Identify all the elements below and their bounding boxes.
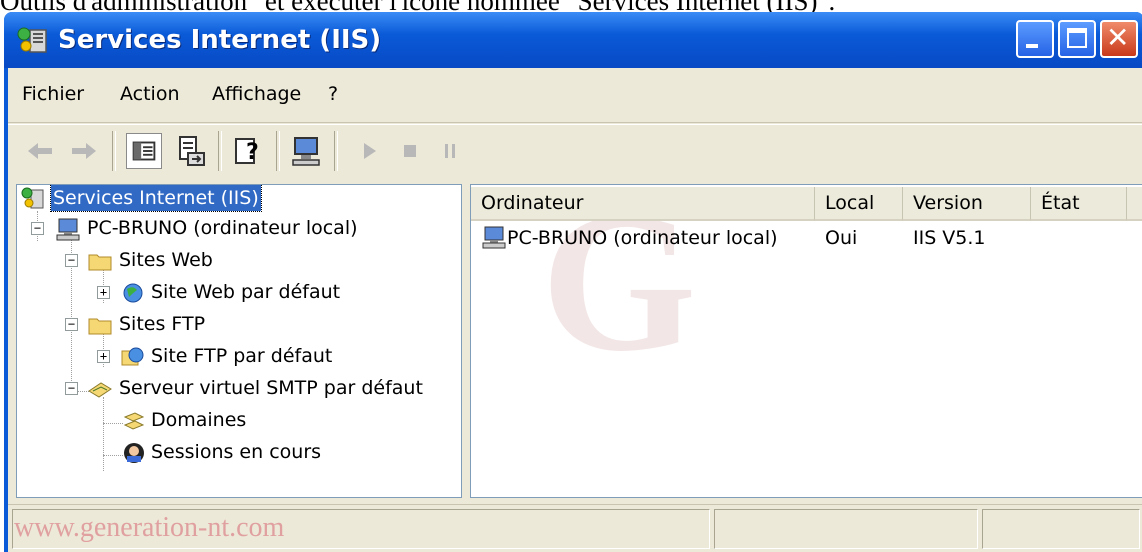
forward-arrow-icon[interactable] — [66, 133, 102, 169]
export-list-icon[interactable] — [174, 133, 210, 169]
back-arrow-icon[interactable] — [22, 133, 58, 169]
folder-icon — [88, 254, 112, 271]
help-icon[interactable]: ? — [230, 133, 266, 169]
iis-root-icon — [21, 187, 44, 209]
close-icon: ✕ — [1106, 21, 1130, 54]
collapse-toggle[interactable]: − — [65, 382, 78, 395]
window-title: Services Internet (IIS) — [58, 25, 382, 55]
tree-label: Sites Web — [119, 249, 213, 271]
sessions-icon — [124, 443, 144, 463]
collapse-toggle[interactable]: − — [65, 318, 78, 331]
stop-icon[interactable] — [392, 133, 428, 169]
toolbar-separator — [334, 131, 338, 171]
cell-ordinateur: PC-BRUNO (ordinateur local) — [507, 227, 778, 249]
tree-item-computer[interactable]: − PC-BRUNO (ordinateur local) — [17, 215, 457, 245]
svg-text:?: ? — [246, 140, 259, 165]
show-hide-tree-icon[interactable] — [126, 133, 162, 169]
pause-icon[interactable] — [432, 133, 468, 169]
toolbar-separator — [218, 131, 222, 171]
computer-icon[interactable] — [288, 133, 324, 169]
iis-app-icon — [17, 27, 47, 53]
toolbar: ? — [8, 124, 1142, 183]
collapse-toggle[interactable]: − — [31, 222, 44, 235]
tree-label: Services Internet (IIS) — [50, 185, 262, 212]
list-pane[interactable]: G Ordinateur Local Version État PC-BRUNO… — [470, 184, 1142, 498]
menu-bar: Fichier Action Affichage ? — [8, 68, 1142, 123]
tree-item-root[interactable]: Services Internet (IIS) — [17, 185, 457, 215]
status-bar: www.generation-nt.com — [8, 504, 1142, 552]
minimize-button[interactable] — [1016, 20, 1054, 58]
title-bar[interactable]: Services Internet (IIS) ✕ — [4, 12, 1142, 68]
tree-label: Sessions en cours — [151, 441, 322, 463]
tree-item-site-ftp-defaut[interactable]: + Site FTP par défaut — [17, 343, 457, 373]
tree-pane[interactable]: Services Internet (IIS) − PC-BRUNO (ordi… — [16, 184, 462, 498]
status-panel — [982, 509, 1140, 549]
tree-item-sessions[interactable]: Sessions en cours — [17, 439, 457, 469]
ftp-site-icon — [121, 347, 144, 366]
cell-local: Oui — [825, 227, 858, 249]
status-panel — [714, 509, 978, 549]
tree-label: Serveur virtuel SMTP par défaut — [119, 377, 423, 399]
tree-label: Domaines — [151, 409, 247, 431]
tree-label: PC-BRUNO (ordinateur local) — [87, 217, 358, 239]
play-icon[interactable] — [352, 133, 388, 169]
tree-item-domaines[interactable]: Domaines — [17, 407, 457, 437]
toolbar-separator — [112, 131, 116, 171]
tree-item-site-web-defaut[interactable]: + Site Web par défaut — [17, 279, 457, 309]
maximize-button[interactable] — [1058, 20, 1096, 58]
web-site-globe-icon — [123, 283, 143, 303]
tree-item-sites-ftp[interactable]: − Sites FTP — [17, 311, 457, 341]
maximize-icon — [1067, 28, 1087, 48]
minimize-icon — [1026, 44, 1038, 48]
expand-toggle[interactable]: + — [97, 350, 110, 363]
folder-icon — [88, 318, 112, 335]
column-header-local[interactable]: Local — [815, 187, 903, 221]
panes: Services Internet (IIS) − PC-BRUNO (ordi… — [16, 184, 1142, 498]
computer-icon — [482, 226, 506, 249]
menu-fichier[interactable]: Fichier — [22, 82, 84, 106]
smtp-server-icon — [88, 382, 112, 398]
expand-toggle[interactable]: + — [97, 286, 110, 299]
tree-item-smtp[interactable]: − Serveur virtuel SMTP par défaut — [17, 375, 457, 405]
menu-help[interactable]: ? — [328, 82, 338, 106]
domains-icon — [123, 412, 145, 430]
column-header-extra — [1127, 187, 1142, 221]
app-window: Services Internet (IIS) ✕ Fichier Action… — [4, 12, 1142, 552]
close-button[interactable]: ✕ — [1100, 20, 1138, 58]
collapse-toggle[interactable]: − — [65, 254, 78, 267]
toolbar-separator — [276, 131, 280, 171]
window-body: Fichier Action Affichage ? ? Services In… — [8, 68, 1142, 552]
menu-affichage[interactable]: Affichage — [212, 82, 301, 106]
tree-label: Sites FTP — [119, 313, 206, 335]
column-header-etat[interactable]: État — [1031, 187, 1127, 221]
column-header-ordinateur[interactable]: Ordinateur — [471, 187, 815, 221]
tree-label: Site Web par défaut — [151, 281, 341, 303]
tree-item-sites-web[interactable]: − Sites Web — [17, 247, 457, 277]
cell-version: IIS V5.1 — [913, 227, 986, 249]
computer-icon — [56, 218, 80, 241]
watermark-url: www.generation-nt.com — [14, 512, 285, 543]
menu-action[interactable]: Action — [120, 82, 180, 106]
column-header-version[interactable]: Version — [903, 187, 1031, 221]
tree-label: Site FTP par défaut — [151, 345, 333, 367]
